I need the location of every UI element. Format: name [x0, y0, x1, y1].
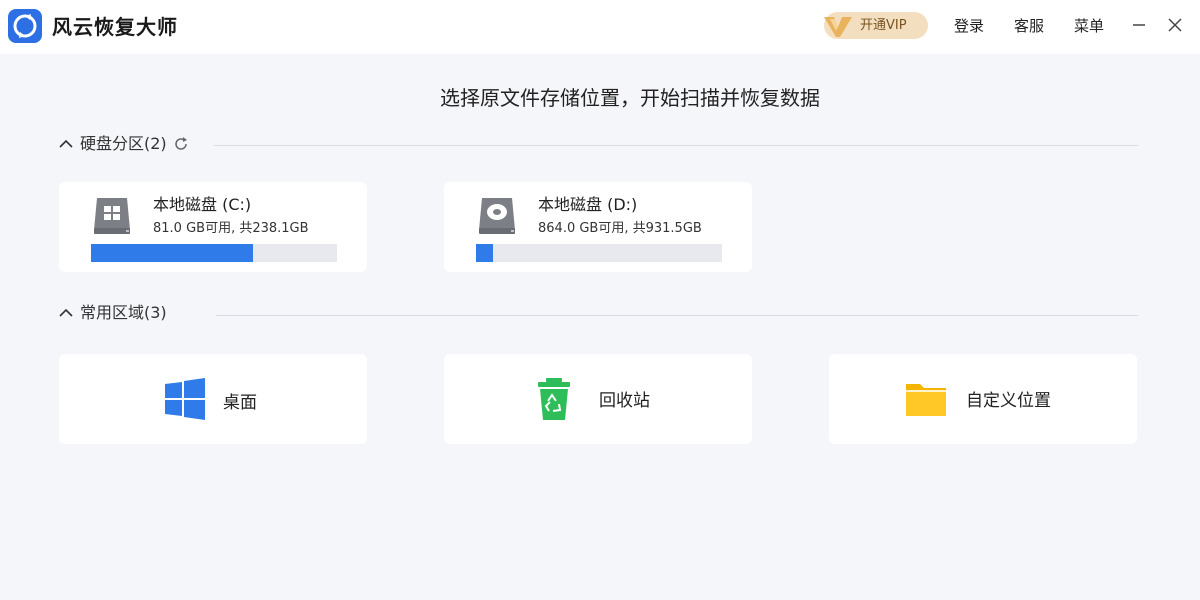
drive-usage-bar [91, 244, 337, 262]
drive-capacity: 81.0 GB可用, 共238.1GB [153, 221, 309, 236]
folder-icon [906, 384, 946, 416]
area-label: 桌面 [223, 393, 257, 413]
vip-crown-icon [824, 17, 852, 37]
drive-usage-bar [476, 244, 722, 262]
page-heading: 选择原文件存储位置，开始扫描并恢复数据 [440, 86, 820, 110]
close-icon [1168, 18, 1182, 32]
area-label: 自定义位置 [966, 391, 1051, 411]
drive-usage-fill [91, 244, 254, 262]
area-card-recycle-bin[interactable]: 回收站 [444, 354, 752, 444]
drive-capacity: 864.0 GB可用, 共931.5GB [538, 221, 702, 236]
menu-link[interactable]: 菜单 [1074, 16, 1104, 36]
drive-card-c[interactable]: 本地磁盘 (C:) 81.0 GB可用, 共238.1GB [59, 182, 367, 272]
minimize-button[interactable] [1128, 14, 1150, 36]
drive-card-d[interactable]: 本地磁盘 (D:) 864.0 GB可用, 共931.5GB [444, 182, 752, 272]
areas-section-header[interactable]: 常用区域(3) [58, 302, 167, 324]
chevron-up-icon [59, 308, 73, 317]
section-divider [214, 145, 1138, 146]
drive-name: 本地磁盘 (D:) [538, 195, 638, 214]
drive-name: 本地磁盘 (C:) [153, 195, 252, 214]
windows-desktop-icon [165, 378, 205, 420]
chevron-up-icon [59, 139, 73, 148]
hard-drive-icon [479, 198, 515, 234]
service-link[interactable]: 客服 [1014, 16, 1044, 36]
minimize-icon [1133, 24, 1145, 26]
windows-drive-icon [94, 198, 130, 234]
area-card-desktop[interactable]: 桌面 [59, 354, 367, 444]
refresh-icon[interactable] [173, 136, 189, 152]
login-link[interactable]: 登录 [954, 16, 984, 36]
area-label: 回收站 [599, 391, 650, 411]
vip-button[interactable]: 开通VIP [824, 12, 928, 39]
drives-section-title: 硬盘分区(2) [80, 134, 167, 153]
recycle-bin-icon [538, 378, 570, 420]
close-button[interactable] [1164, 14, 1186, 36]
section-divider [216, 315, 1138, 316]
areas-section-title: 常用区域(3) [80, 303, 167, 322]
app-title: 风云恢复大师 [52, 15, 178, 39]
area-card-custom-location[interactable]: 自定义位置 [829, 354, 1137, 444]
drives-section-header[interactable]: 硬盘分区(2) [58, 133, 189, 155]
vip-label: 开通VIP [860, 18, 907, 33]
recovery-logo-icon [8, 9, 42, 43]
drive-usage-fill [476, 244, 494, 262]
title-bar: 风云恢复大师 开通VIP 登录 客服 菜单 [0, 0, 1200, 54]
